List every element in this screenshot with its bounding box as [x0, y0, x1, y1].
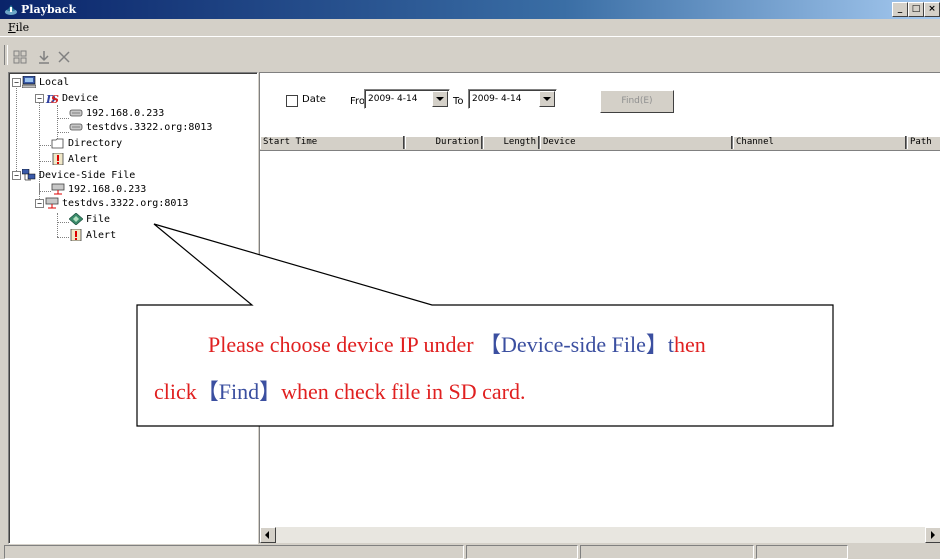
- callout-line2-blue: 【Find】: [197, 379, 281, 404]
- callout-line1-blue: 【Device-side File】: [479, 332, 668, 357]
- callout-line-2: click【Find】when check file in SD card.: [154, 379, 525, 404]
- callout-line1-red: Please choose device IP under: [208, 332, 479, 357]
- callout-overlay: Please choose device IP under 【Device-si…: [136, 223, 834, 427]
- callout-line2-red-b: when check file in SD card.: [281, 379, 525, 404]
- callout-line2-red-a: click: [154, 379, 197, 404]
- callout-line-1: Please choose device IP under 【Device-si…: [208, 332, 706, 357]
- callout-line1-end: hen: [674, 332, 706, 357]
